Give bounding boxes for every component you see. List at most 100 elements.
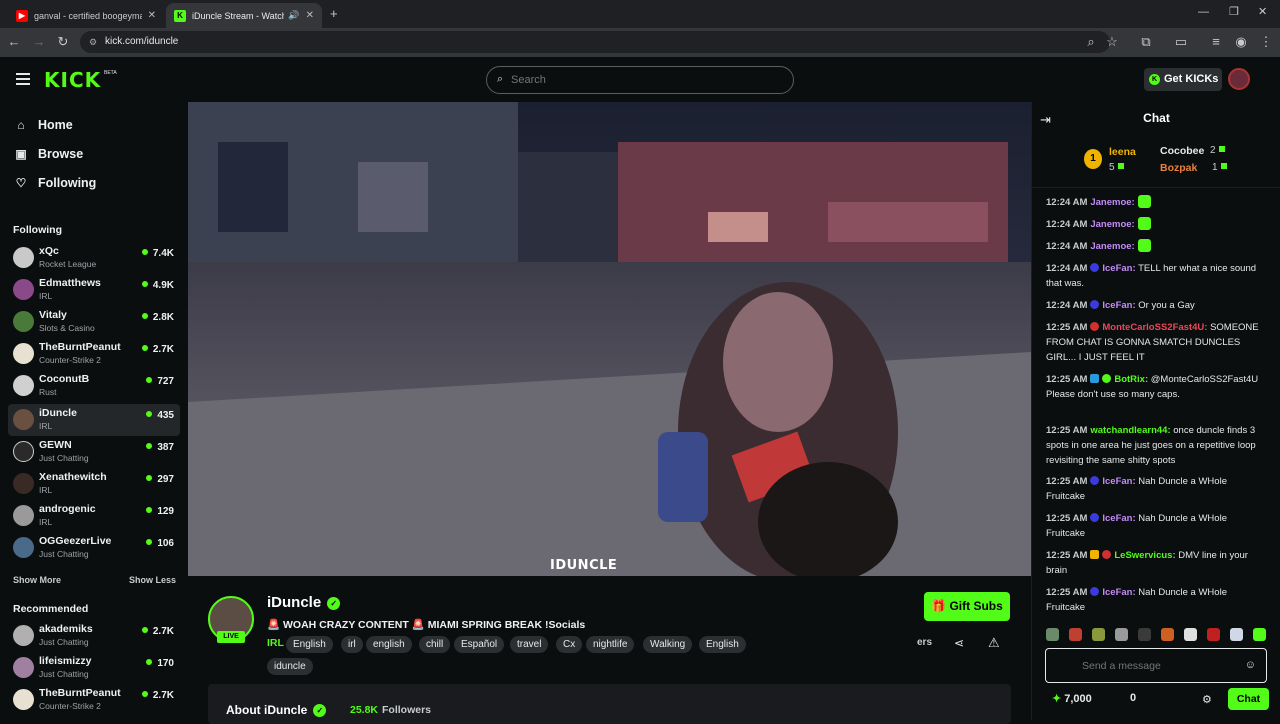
browser-tab-youtube[interactable]: ▶ ganval - certified boogeyman - ✕ xyxy=(8,3,164,28)
search-input[interactable] xyxy=(511,71,781,89)
restore-icon[interactable]: ❐ xyxy=(1229,5,1239,18)
tag[interactable]: Cx xyxy=(556,636,583,653)
chat-message[interactable]: 12:25 AM LeSwervicus: DMV line in your br… xyxy=(1046,548,1268,578)
chat-panel: ⇥ Chat 1 leena 5 Cocobee 2 Bozpak 1 12:2… xyxy=(1031,102,1280,720)
channel-points[interactable]: ✦ 7,000 xyxy=(1052,692,1092,705)
sidebar-channel-gewn[interactable]: GEWN Just Chatting 387 xyxy=(8,436,180,468)
tag[interactable]: English xyxy=(699,636,746,653)
chat-message[interactable]: 12:25 AM IceFan: Nah Duncle a WHole Fruit… xyxy=(1046,585,1268,615)
chat-message[interactable]: 12:24 AM Janemoe: xyxy=(1046,217,1268,232)
emote-icon[interactable] xyxy=(1230,628,1243,641)
tag[interactable]: irl xyxy=(341,636,363,653)
audio-playing-icon[interactable]: 🔊 xyxy=(288,10,299,21)
emote-icon[interactable] xyxy=(1184,628,1197,641)
site-info-icon[interactable]: ⚙ xyxy=(89,31,97,53)
extensions-icon[interactable]: ⧉ xyxy=(1138,34,1154,50)
sidebar-channel-theburntpeanut[interactable]: TheBurntPeanut Counter-Strike 2 2.7K xyxy=(8,338,180,370)
cast-icon[interactable]: ▭ xyxy=(1173,34,1189,50)
sidebar-channel-coconutb[interactable]: CoconutB Rust 727 xyxy=(8,370,180,402)
tag[interactable]: iduncle xyxy=(267,658,313,675)
category-link[interactable]: IRL xyxy=(267,637,284,649)
share-icon[interactable]: ⋖ xyxy=(954,636,964,650)
channel-name-heading[interactable]: iDuncle ✓ xyxy=(267,594,341,611)
sidebar-channel-xqc[interactable]: xQc Rocket League 7.4K xyxy=(8,242,180,274)
chat-input-box[interactable]: ☺ xyxy=(1045,648,1267,683)
media-control-icon[interactable]: ≡ xyxy=(1208,34,1224,50)
emoji-picker-icon[interactable]: ☺ xyxy=(1245,659,1256,671)
tab-title: iDuncle Stream - Watch Live xyxy=(192,10,285,21)
close-window-icon[interactable]: ✕ xyxy=(1258,5,1267,18)
emote-icon[interactable] xyxy=(1046,628,1059,641)
chat-message[interactable]: 12:24 AM IceFan: Or you a Gay xyxy=(1046,298,1268,313)
sidebar-channel-oggeezerlive[interactable]: OGGeezerLive Just Chatting 106 xyxy=(8,532,180,564)
nav-following[interactable]: ♡ Following xyxy=(14,173,97,193)
tag[interactable]: english xyxy=(366,636,412,653)
sidebar-channel-theburntpeanut-rec[interactable]: TheBurntPeanut Counter-Strike 2 2.7K xyxy=(8,684,180,716)
chat-settings-icon[interactable]: ⚙ xyxy=(1202,693,1212,706)
leaderboard-name[interactable]: leena xyxy=(1109,146,1136,158)
emote-icon[interactable] xyxy=(1115,628,1128,641)
gift-icon xyxy=(1218,146,1225,152)
kicks-coin-icon: K xyxy=(1149,74,1160,85)
user-avatar[interactable] xyxy=(1228,68,1250,90)
emote-icon[interactable] xyxy=(1092,628,1105,641)
tag[interactable]: Español xyxy=(454,636,505,653)
show-more-link[interactable]: Show More xyxy=(13,575,61,585)
chat-message[interactable]: 12:24 AM Janemoe: xyxy=(1046,239,1268,254)
viewer-count: 2.7K xyxy=(141,690,174,701)
emote-icon[interactable] xyxy=(1138,628,1151,641)
tag[interactable]: travel xyxy=(510,636,549,653)
sidebar-channel-vitaly[interactable]: Vitaly Slots & Casino 2.8K xyxy=(8,306,180,338)
profile-icon[interactable]: ◉ xyxy=(1233,34,1249,50)
tag[interactable]: Walking xyxy=(643,636,693,653)
nav-browse[interactable]: ▣ Browse xyxy=(14,144,83,164)
bookmark-star-icon[interactable]: ☆ xyxy=(1104,34,1120,50)
send-chat-button[interactable]: Chat xyxy=(1228,688,1269,710)
url-field[interactable]: ⚙ kick.com/iduncle xyxy=(80,31,1110,53)
new-tab-icon[interactable]: + xyxy=(330,6,338,21)
zoom-icon[interactable]: ⌕ xyxy=(1083,34,1099,50)
report-icon[interactable]: ⚠ xyxy=(988,635,1000,651)
tag[interactable]: English xyxy=(286,636,333,653)
chat-message[interactable]: 12:24 AM IceFan: TELL her what a nice sou… xyxy=(1046,261,1268,291)
sidebar-channel-akademiks[interactable]: akademiks Just Chatting 2.7K xyxy=(8,620,180,652)
chat-message[interactable]: 12:24 AM Janemoe: xyxy=(1046,195,1268,210)
tag[interactable]: chill xyxy=(419,636,451,653)
nav-home[interactable]: ⌂ Home xyxy=(14,115,72,135)
sidebar-channel-androgenic[interactable]: androgenic IRL 129 xyxy=(8,500,180,532)
close-tab-icon[interactable]: ✕ xyxy=(148,10,156,21)
chat-message[interactable]: 12:25 AM IceFan: Nah Duncle a WHole Fruit… xyxy=(1046,511,1268,541)
chat-message[interactable]: 12:25 AM BotRix: @MonteCarloSS2Fast4U Ple… xyxy=(1046,372,1268,402)
tag[interactable]: nightlife xyxy=(586,636,635,653)
browser-tab-bar: ▶ ganval - certified boogeyman - ✕ K iDu… xyxy=(0,0,1280,28)
chat-message-input[interactable] xyxy=(1082,658,1242,674)
channel-category: Rust xyxy=(39,387,57,397)
chat-message[interactable]: 12:25 AM watchandlearn44: once duncle fin… xyxy=(1046,423,1268,468)
show-less-link[interactable]: Show Less xyxy=(129,575,176,585)
sidebar-channel-lifeismizzy[interactable]: lifeismizzy Just Chatting 170 xyxy=(8,652,180,684)
emote-icon[interactable] xyxy=(1069,628,1082,641)
browser-tab-kick[interactable]: K iDuncle Stream - Watch Live 🔊 ✕ xyxy=(166,3,322,28)
leaderboard-name[interactable]: Bozpak xyxy=(1160,162,1197,174)
search-box[interactable]: ⌕ xyxy=(486,66,794,94)
video-player[interactable]: IDUNCLE xyxy=(188,102,1031,576)
hamburger-menu-icon[interactable] xyxy=(16,73,30,85)
reload-icon[interactable]: ↻ xyxy=(55,34,71,50)
sidebar-channel-iduncle[interactable]: iDuncle IRL 435 xyxy=(8,404,180,436)
forward-icon[interactable]: → xyxy=(31,34,47,50)
browser-menu-icon[interactable]: ⋮ xyxy=(1258,34,1274,50)
sidebar-channel-edmatthews[interactable]: Edmatthews IRL 4.9K xyxy=(8,274,180,306)
get-kicks-button[interactable]: K Get KICKs xyxy=(1144,68,1222,91)
minimize-icon[interactable]: — xyxy=(1198,6,1209,18)
emote-icon[interactable] xyxy=(1207,628,1220,641)
chat-message[interactable]: 12:25 AM IceFan: Nah Duncle a WHole Fruit… xyxy=(1046,474,1268,504)
emote-icon[interactable] xyxy=(1253,628,1266,641)
chat-message[interactable]: 12:25 AM MonteCarloSS2Fast4U: SOMEONE FRO… xyxy=(1046,320,1268,365)
kick-logo[interactable]: KICK xyxy=(44,68,101,92)
gift-subs-button[interactable]: 🎁 Gift Subs xyxy=(924,592,1010,621)
emote-icon[interactable] xyxy=(1161,628,1174,641)
sidebar-channel-xenathewitch[interactable]: Xenathewitch IRL 297 xyxy=(8,468,180,500)
leaderboard-name[interactable]: Cocobee xyxy=(1160,145,1204,157)
close-tab-icon[interactable]: ✕ xyxy=(306,10,314,21)
back-icon[interactable]: ← xyxy=(6,34,22,50)
